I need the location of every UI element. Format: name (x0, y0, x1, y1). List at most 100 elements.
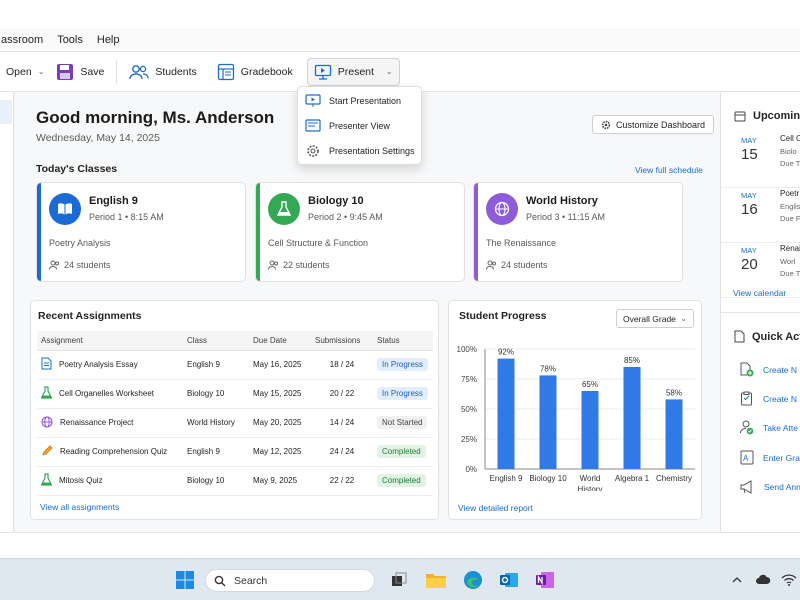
class-card-english[interactable]: English 9 Period 1 • 8:15 AM Poetry Anal… (36, 182, 246, 282)
table-row[interactable]: Poetry Analysis Essay English 9 May 16, 20… (37, 350, 433, 380)
edge-browser-icon[interactable] (462, 569, 484, 591)
save-label: Save (80, 65, 105, 78)
upcoming-item[interactable]: MAY 16 Poetr Englis Due F (721, 185, 800, 243)
save-button[interactable]: Save (50, 58, 110, 86)
file-explorer-icon[interactable] (425, 569, 447, 591)
col-assignment[interactable]: Assignment (37, 331, 183, 351)
class-period: Period 1 • 8:15 AM (89, 212, 164, 222)
menu-classroom[interactable]: assroom (0, 34, 50, 46)
outlook-icon[interactable] (498, 569, 520, 591)
table-row[interactable]: Reading Comprehension Quiz English 9 May 1… (37, 437, 433, 467)
gradebook-icon (217, 63, 234, 80)
upcoming-class: Biolo (780, 147, 797, 156)
view-full-schedule-link[interactable]: View full schedule (635, 165, 703, 175)
cloud-icon[interactable] (752, 569, 774, 591)
quick-action-send-announcement[interactable]: Send Ann (740, 480, 800, 494)
grade-type-select[interactable]: Overall Grade ⌄ (616, 309, 694, 328)
title-bar (0, 0, 800, 28)
upcoming-month: MAY (741, 246, 757, 255)
cell-submissions: 18 / 24 (311, 350, 373, 380)
col-class[interactable]: Class (183, 331, 249, 351)
x-tick-label: History (578, 485, 603, 491)
gradebook-button[interactable]: Gradebook (211, 58, 299, 86)
upcoming-due: Due T (780, 269, 800, 278)
col-status[interactable]: Status (373, 331, 433, 351)
open-button[interactable]: Open ⌄ (0, 58, 50, 86)
customize-dashboard-button[interactable]: Customize Dashboard (592, 115, 715, 134)
cell-submissions: 24 / 24 (311, 437, 373, 467)
student-progress-panel: Student Progress Overall Grade ⌄ 0% 25% 50… (448, 300, 702, 520)
table-row[interactable]: Renaissance Project World History May 20, … (37, 408, 433, 438)
col-due-date[interactable]: Due Date (249, 331, 311, 351)
menu-tools[interactable]: Tools (50, 34, 90, 46)
present-button[interactable]: Present ⌄ (306, 57, 400, 86)
class-topic: The Renaissance (486, 238, 557, 248)
megaphone-icon (740, 480, 752, 494)
students-count: 24 students (501, 260, 548, 270)
cell-due-date: May 9, 2025 (249, 466, 311, 496)
pencil-icon (41, 444, 53, 459)
menu-item-presenter-view[interactable]: Presenter View (305, 119, 390, 133)
class-card-biology[interactable]: Biology 10 Period 2 • 9:45 AM Cell Struc… (255, 182, 465, 282)
assignment-name: Renaissance Project (60, 418, 134, 427)
menu-help[interactable]: Help (90, 34, 127, 46)
view-all-assignments-link[interactable]: View all assignments (40, 502, 119, 512)
menu-item-label: Presenter View (329, 121, 390, 131)
open-label: Open (6, 65, 32, 78)
onenote-icon[interactable] (534, 569, 556, 591)
menu-item-start-presentation[interactable]: Start Presentation (305, 94, 401, 108)
taskbar-search[interactable]: Search (205, 569, 375, 592)
present-label: Present (337, 65, 374, 78)
bar (581, 391, 599, 469)
status-badge: Completed (377, 445, 426, 458)
recent-assignments-title: Recent Assignments (38, 310, 142, 322)
chevron-down-icon: ⌄ (680, 314, 687, 323)
status-badge: Completed (377, 474, 426, 487)
cell-due-date: May 15, 2025 (249, 379, 311, 409)
menu-item-presentation-settings[interactable]: Presentation Settings (305, 144, 415, 158)
upcoming-item[interactable]: MAY15 Cell O Biolo Due T (721, 130, 800, 188)
chevron-up-icon[interactable] (726, 569, 748, 591)
class-topic: Cell Structure & Function (268, 238, 369, 248)
bar (497, 358, 515, 469)
upcoming-class: Englis (780, 202, 800, 211)
start-button[interactable] (174, 569, 196, 591)
cell-assignment: Reading Comprehension Quiz (37, 437, 183, 467)
cell-status: Completed (373, 466, 433, 496)
table-row[interactable]: Mitosis Quiz Biology 10 May 9, 2025 22 / 22… (37, 466, 433, 496)
wifi-icon[interactable] (778, 569, 800, 591)
nav-selected-item[interactable] (0, 100, 12, 124)
quick-action-create-1[interactable]: Create N (740, 362, 797, 377)
cell-submissions: 22 / 22 (311, 466, 373, 496)
calendar-icon (734, 111, 746, 122)
class-card-world-history[interactable]: World History Period 3 • 11:15 AM The Re… (473, 182, 683, 282)
assignment-name: Reading Comprehension Quiz (60, 447, 168, 456)
quick-action-enter-grades[interactable]: A Enter Gra (740, 450, 800, 465)
data-label: 58% (666, 388, 682, 397)
recent-assignments-panel: Recent Assignments Assignment Class Due … (30, 300, 439, 520)
quick-action-take-attendance[interactable]: Take Atte (740, 420, 798, 435)
view-detailed-report-link[interactable]: View detailed report (458, 503, 533, 513)
flask-icon (268, 193, 300, 225)
col-submissions[interactable]: Submissions (311, 331, 373, 351)
class-students: 24 students (486, 260, 548, 270)
cell-status: Not Started (373, 408, 433, 438)
page-title: Good morning, Ms. Anderson (36, 108, 275, 127)
upcoming-day: 15 (741, 146, 758, 163)
cell-assignment: Renaissance Project (37, 408, 183, 438)
upcoming-day: 16 (741, 201, 758, 218)
upcoming-due: Due T (780, 159, 800, 168)
task-view-icon[interactable] (388, 569, 410, 591)
document-icon (41, 357, 52, 372)
gradebook-label: Gradebook (240, 65, 293, 78)
y-tick-label: 100% (457, 345, 477, 354)
quick-action-create-2[interactable]: Create N (740, 391, 797, 406)
view-calendar-link[interactable]: View calendar (733, 288, 786, 298)
x-tick-label: Algebra 1 (615, 474, 650, 483)
x-tick-label: Biology 10 (529, 474, 567, 483)
y-tick-label: 50% (461, 405, 477, 414)
cell-due-date: May 16, 2025 (249, 350, 311, 380)
toolbar-divider (116, 59, 118, 84)
table-row[interactable]: Cell Organelles Worksheet Biology 10 May 1… (37, 379, 433, 409)
students-button[interactable]: Students (123, 58, 202, 86)
